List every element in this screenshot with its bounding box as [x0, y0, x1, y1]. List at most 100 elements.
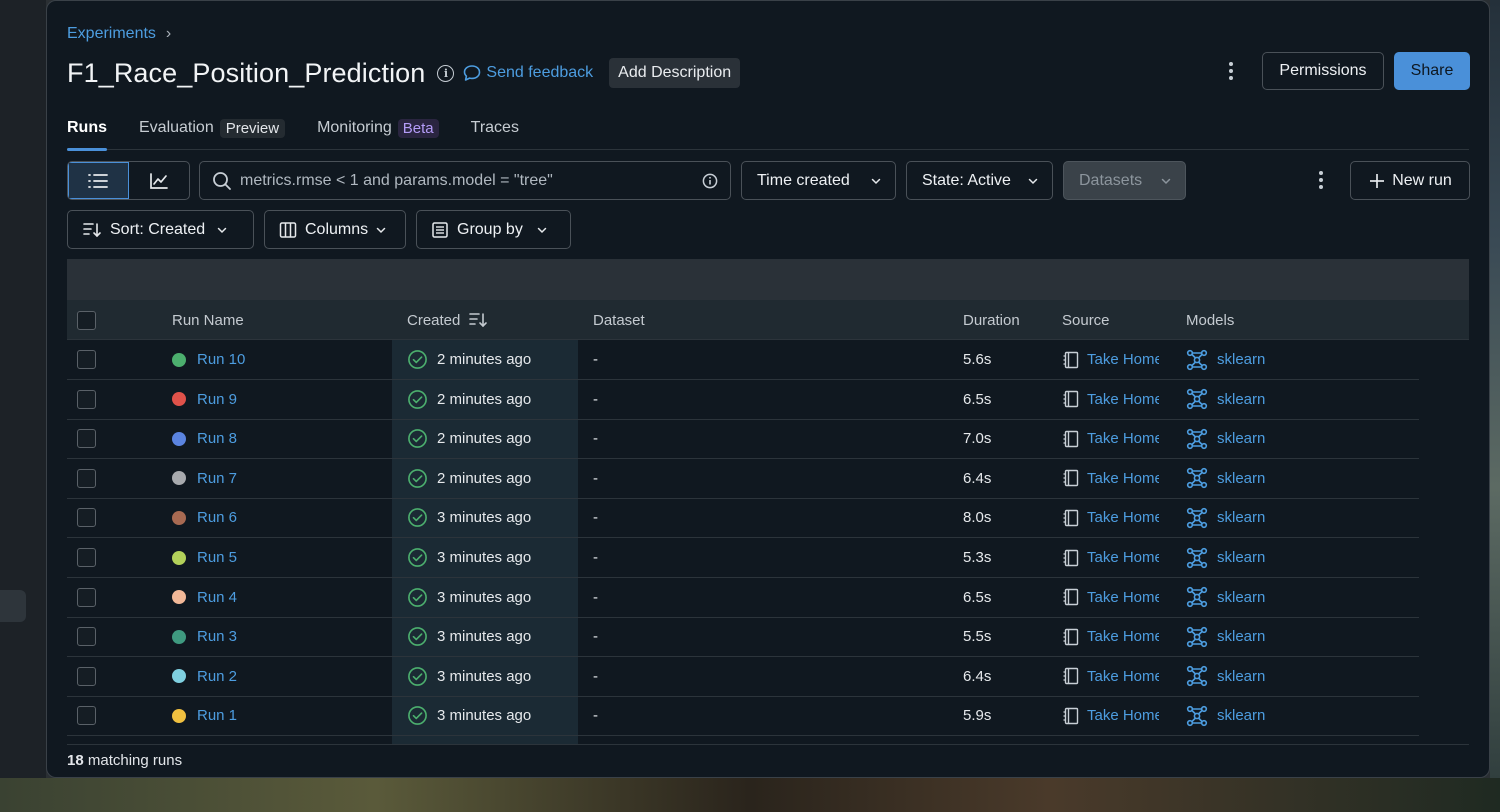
row-checkbox[interactable]: [77, 508, 96, 528]
dataset-value: -: [593, 509, 598, 527]
model-icon: [1186, 349, 1208, 370]
search-input[interactable]: [240, 171, 702, 190]
model-link[interactable]: sklearn: [1217, 589, 1265, 606]
model-link[interactable]: sklearn: [1217, 351, 1265, 368]
columns-dropdown[interactable]: Columns: [264, 210, 406, 249]
tab-traces[interactable]: Traces: [471, 119, 519, 150]
chevron-down-icon: [376, 227, 386, 233]
list-view-button[interactable]: [68, 162, 129, 199]
row-select-cell: [77, 617, 96, 656]
run-name-link[interactable]: Run 4: [197, 589, 237, 606]
table-options-icon[interactable]: [1309, 168, 1333, 192]
source-link[interactable]: Take Home: [1087, 509, 1159, 526]
duration-cell: 6.4s: [963, 459, 991, 498]
row-checkbox[interactable]: [77, 468, 96, 488]
matching-runs-label: matching runs: [87, 752, 183, 769]
dataset-value: -: [593, 707, 598, 725]
table-row[interactable]: Run 4 3 minutes ago - 6.5s Take Home sklearn: [67, 578, 1419, 618]
table-row[interactable]: Run 8 2 minutes ago - 7.0s Take Home sklearn: [67, 419, 1419, 460]
col-dataset[interactable]: Dataset: [593, 300, 645, 340]
run-name-link[interactable]: Run 3: [197, 628, 237, 645]
new-run-button[interactable]: New run: [1350, 161, 1470, 200]
source-link[interactable]: Take Home: [1087, 391, 1159, 408]
send-feedback-link[interactable]: Send feedback: [462, 63, 593, 83]
col-duration[interactable]: Duration: [963, 300, 1020, 340]
run-name-link[interactable]: Run 10: [197, 351, 245, 368]
source-link[interactable]: Take Home: [1087, 628, 1159, 645]
row-checkbox[interactable]: [77, 548, 96, 567]
col-run-name[interactable]: Run Name: [172, 300, 244, 340]
source-link[interactable]: Take Home: [1087, 589, 1159, 606]
models-cell: sklearn: [1186, 380, 1265, 419]
model-icon: [1186, 428, 1208, 449]
tab-monitoring[interactable]: Monitoring Beta: [317, 119, 439, 150]
model-link[interactable]: sklearn: [1217, 628, 1265, 645]
model-link[interactable]: sklearn: [1217, 470, 1265, 487]
model-icon: [1186, 586, 1208, 608]
col-source[interactable]: Source: [1062, 300, 1110, 340]
run-name-link[interactable]: Run 1: [197, 707, 237, 724]
row-checkbox[interactable]: [77, 389, 96, 409]
run-name-link[interactable]: Run 9: [197, 391, 237, 408]
runs-table: Run Name Created Dataset Duration Source…: [67, 259, 1469, 745]
run-name-link[interactable]: Run 8: [197, 430, 237, 447]
row-checkbox[interactable]: [77, 627, 96, 647]
more-options-icon[interactable]: [1219, 59, 1243, 83]
run-name-link[interactable]: Run 6: [197, 509, 237, 526]
source-link[interactable]: Take Home: [1087, 549, 1159, 566]
duration-cell: 8.0s: [963, 498, 991, 537]
select-all-checkbox[interactable]: [77, 310, 96, 330]
model-link[interactable]: sklearn: [1217, 707, 1265, 724]
search-icon: [213, 171, 231, 190]
model-link[interactable]: sklearn: [1217, 549, 1265, 566]
datasets-dropdown[interactable]: Datasets: [1063, 161, 1186, 200]
permissions-button[interactable]: Permissions: [1262, 52, 1384, 90]
source-cell: Take Home: [1062, 498, 1159, 537]
run-name-link[interactable]: Run 2: [197, 668, 237, 685]
breadcrumb-experiments-link[interactable]: Experiments: [67, 25, 156, 43]
sort-dropdown[interactable]: Sort: Created: [67, 210, 254, 249]
table-row[interactable]: Run 9 2 minutes ago - 6.5s Take Home sklearn: [67, 380, 1419, 420]
table-row[interactable]: Run 6 3 minutes ago - 8.0s Take Home sklearn: [67, 498, 1419, 539]
model-link[interactable]: sklearn: [1217, 668, 1265, 685]
share-button[interactable]: Share: [1394, 52, 1470, 90]
source-link[interactable]: Take Home: [1087, 351, 1159, 368]
source-link[interactable]: Take Home: [1087, 707, 1159, 724]
chart-view-button[interactable]: [129, 162, 190, 199]
table-row[interactable]: Run 1 3 minutes ago - 5.9s Take Home sklearn: [67, 696, 1419, 737]
table-row[interactable]: Run 2 3 minutes ago - 6.4s Take Home sklearn: [67, 657, 1419, 697]
table-row[interactable]: Run 3 3 minutes ago - 5.5s Take Home sklearn: [67, 617, 1419, 658]
chevron-right-icon: ›: [165, 25, 172, 42]
dataset-cell: -: [593, 340, 598, 379]
group-by-dropdown[interactable]: Group by: [416, 210, 571, 249]
row-checkbox[interactable]: [77, 706, 96, 726]
row-checkbox[interactable]: [77, 350, 96, 369]
time-created-dropdown[interactable]: Time created: [741, 161, 896, 200]
duration-cell: 7.0s: [963, 419, 991, 458]
tab-evaluation[interactable]: Evaluation Preview: [139, 119, 286, 150]
info-icon[interactable]: [702, 173, 718, 189]
model-link[interactable]: sklearn: [1217, 430, 1265, 447]
row-checkbox[interactable]: [77, 666, 96, 686]
add-description-button[interactable]: Add Description: [609, 58, 741, 88]
table-row[interactable]: Run 10 2 minutes ago - 5.6s Take Home sklearn: [67, 340, 1419, 380]
source-link[interactable]: Take Home: [1087, 668, 1159, 685]
source-cell: Take Home: [1062, 340, 1159, 379]
col-models[interactable]: Models: [1186, 300, 1234, 340]
table-row[interactable]: Run 7 2 minutes ago - 6.4s Take Home sklearn: [67, 459, 1419, 499]
dataset-value: -: [593, 628, 598, 646]
source-link[interactable]: Take Home: [1087, 430, 1159, 447]
run-name-link[interactable]: Run 5: [197, 549, 237, 566]
dataset-cell: -: [593, 657, 598, 696]
row-checkbox[interactable]: [77, 429, 96, 449]
info-icon[interactable]: i: [437, 64, 455, 82]
table-row[interactable]: Run 5 3 minutes ago - 5.3s Take Home sklearn: [67, 538, 1419, 578]
model-link[interactable]: sklearn: [1217, 391, 1265, 408]
run-name-link[interactable]: Run 7: [197, 470, 237, 487]
state-filter-dropdown[interactable]: State: Active: [906, 161, 1053, 200]
model-link[interactable]: sklearn: [1217, 509, 1265, 526]
source-link[interactable]: Take Home: [1087, 470, 1159, 487]
col-created[interactable]: Created: [407, 300, 488, 340]
tab-runs[interactable]: Runs: [67, 119, 107, 151]
row-checkbox[interactable]: [77, 587, 96, 607]
